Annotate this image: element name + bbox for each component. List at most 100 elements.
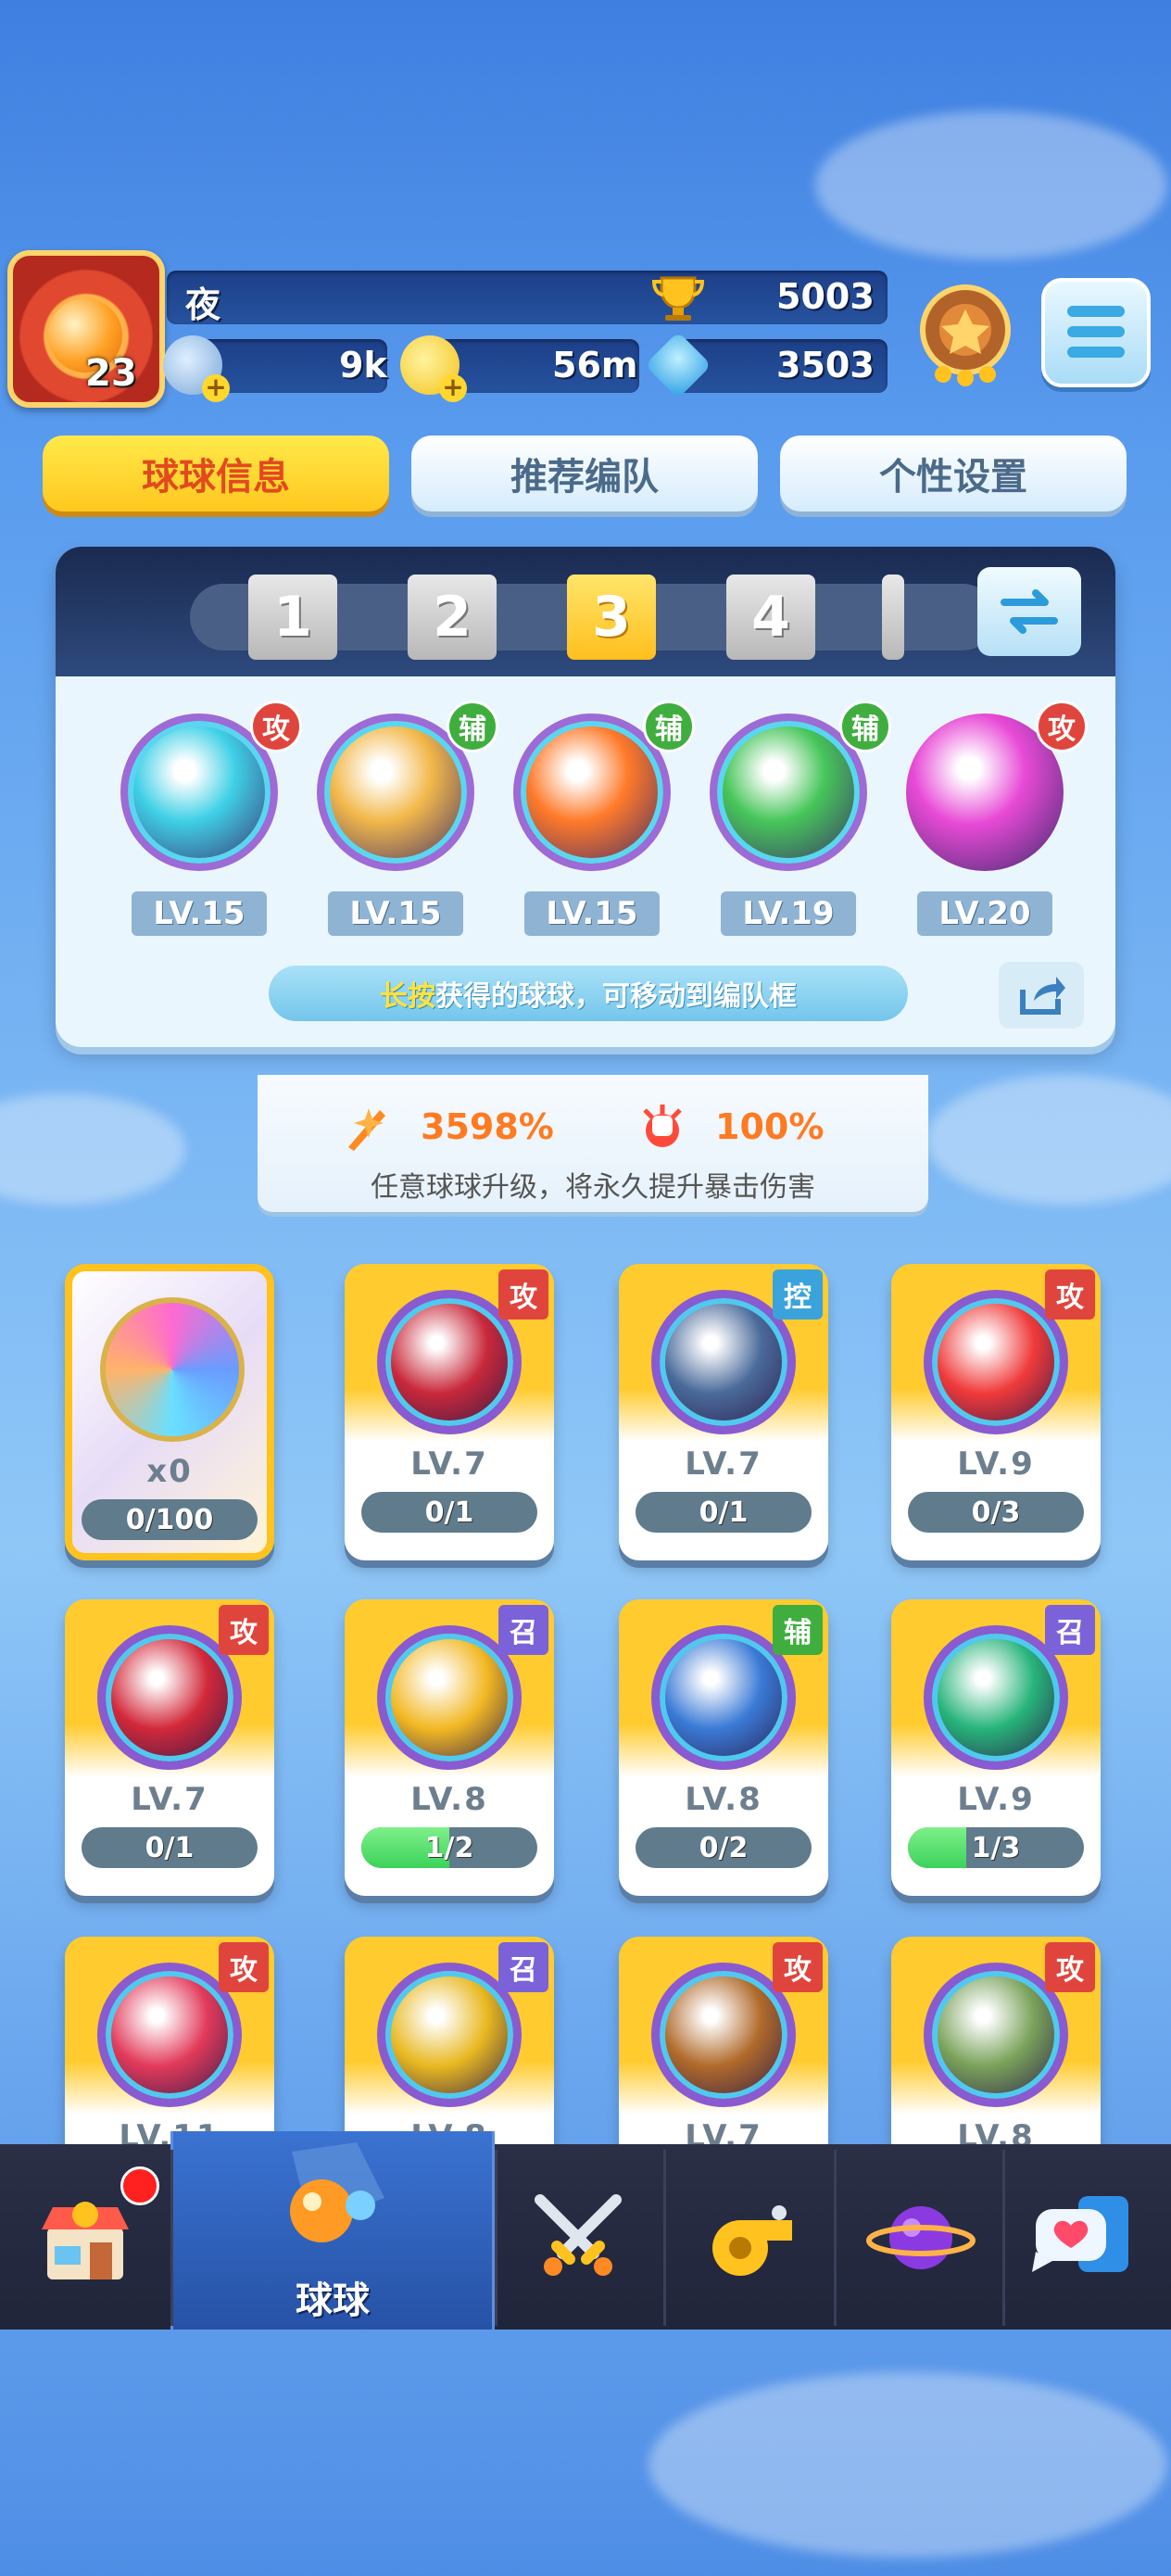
card-level: LV.9 bbox=[957, 1446, 1035, 1483]
card-level: LV.7 bbox=[685, 1446, 762, 1483]
ball-bag-icon[interactable] bbox=[255, 2124, 412, 2263]
type-badge: 控 bbox=[773, 1269, 823, 1320]
type-badge: 攻 bbox=[1045, 1942, 1095, 1992]
swirl-ball-icon bbox=[100, 1297, 245, 1442]
crossed-swords-icon[interactable] bbox=[518, 2187, 638, 2289]
tab-recommended-team[interactable]: 推荐编队 bbox=[411, 436, 758, 511]
swap-team-button[interactable] bbox=[977, 567, 1081, 656]
player-level: 23 bbox=[85, 352, 137, 395]
cloud bbox=[0, 1093, 185, 1205]
card-progress-text: 0/1 bbox=[424, 1496, 474, 1529]
chat-heart-icon[interactable] bbox=[1024, 2187, 1144, 2289]
crit-rate-value: 3598% bbox=[421, 1106, 554, 1147]
card-progress-text: 0/100 bbox=[125, 1503, 214, 1536]
card-progress-bar: 0/1 bbox=[361, 1492, 537, 1533]
team-slot-4[interactable]: 4 bbox=[726, 575, 815, 660]
team-ball-level: LV.15 bbox=[524, 891, 660, 936]
team-ball-level: LV.19 bbox=[721, 891, 856, 936]
type-badge: 攻 bbox=[250, 701, 302, 752]
crit-stats-panel: 3598% 100% 任意球球升级，将永久提升暴击伤害 bbox=[258, 1075, 928, 1212]
ball-card[interactable]: 召 LV.9 1/3 bbox=[891, 1599, 1101, 1896]
whistle-icon[interactable] bbox=[690, 2187, 811, 2289]
type-badge: 辅 bbox=[643, 701, 695, 752]
special-ball-card[interactable]: x0 0/100 bbox=[65, 1264, 274, 1560]
menu-icon bbox=[1067, 306, 1125, 317]
card-level: LV.8 bbox=[685, 1781, 762, 1818]
ball-card[interactable]: 攻 LV.7 0/1 bbox=[345, 1264, 554, 1560]
type-badge: 辅 bbox=[447, 701, 498, 752]
menu-button[interactable] bbox=[1041, 278, 1151, 387]
type-badge: 攻 bbox=[773, 1942, 823, 1992]
crit-rate-icon bbox=[343, 1103, 393, 1153]
ball-card[interactable]: 控 LV.7 0/1 bbox=[619, 1264, 828, 1560]
card-progress-bar: 1/3 bbox=[908, 1827, 1084, 1868]
team-slot-3[interactable]: 3 bbox=[567, 575, 656, 660]
shop-notification-badge bbox=[120, 2166, 159, 2205]
special-ball-count: x0 bbox=[146, 1453, 193, 1490]
card-progress-bar: 0/3 bbox=[908, 1492, 1084, 1533]
ball-card[interactable]: 攻 LV.9 0/3 bbox=[891, 1264, 1101, 1560]
cloud bbox=[648, 2372, 1167, 2557]
rank-medal-icon[interactable] bbox=[912, 278, 1019, 389]
type-badge: 攻 bbox=[219, 1942, 269, 1992]
coin-icon[interactable]: + bbox=[400, 335, 467, 402]
crit-damage-value: 100% bbox=[715, 1106, 825, 1147]
team-slot-1[interactable]: 1 bbox=[248, 575, 337, 660]
trophy-icon bbox=[651, 274, 705, 322]
type-badge: 攻 bbox=[498, 1269, 548, 1320]
nav-label-ball: 球球 bbox=[296, 2279, 370, 2322]
ball-card[interactable]: 攻 LV.7 0/1 bbox=[65, 1599, 274, 1896]
nav-divider bbox=[834, 2150, 837, 2326]
energy-icon[interactable]: + bbox=[163, 335, 230, 402]
card-level: LV.8 bbox=[410, 1781, 488, 1818]
type-badge: 召 bbox=[498, 1942, 548, 1992]
team-ball-level: LV.15 bbox=[328, 891, 463, 936]
type-badge: 攻 bbox=[1045, 1269, 1095, 1320]
card-progress-bar: 0/2 bbox=[636, 1827, 812, 1868]
coins-value: 56m bbox=[552, 345, 638, 385]
trophy-count: 5003 bbox=[776, 276, 875, 317]
player-name: 夜 bbox=[185, 284, 221, 325]
gems-value: 3503 bbox=[776, 345, 875, 385]
type-badge: 攻 bbox=[1036, 701, 1088, 752]
team-slot-header: 1 2 3 4 bbox=[56, 547, 1115, 676]
card-progress-bar: 0/1 bbox=[636, 1492, 812, 1533]
tab-personal-settings[interactable]: 个性设置 bbox=[780, 436, 1127, 511]
energy-value: 9k bbox=[339, 345, 387, 385]
type-badge: 辅 bbox=[773, 1605, 823, 1655]
tab-ball-info[interactable]: 球球信息 bbox=[43, 436, 389, 511]
team-panel: 1 2 3 4 攻 LV.15 辅 LV.15 辅 LV.15 辅 LV.19 攻 LV.20 长… bbox=[56, 547, 1115, 1047]
card-progress-bar: 1/2 bbox=[361, 1827, 537, 1868]
shop-icon[interactable] bbox=[25, 2187, 145, 2289]
card-level: LV.7 bbox=[131, 1781, 208, 1818]
long-press-tip: 长按 获得的球球，可移动到编队框 bbox=[269, 966, 908, 1021]
card-progress-text: 1/2 bbox=[424, 1831, 474, 1864]
card-progress-text: 0/3 bbox=[971, 1496, 1021, 1529]
cloud bbox=[815, 111, 1167, 259]
nav-divider bbox=[495, 2150, 497, 2326]
team-slot-2[interactable]: 2 bbox=[408, 575, 497, 660]
nav-divider bbox=[663, 2150, 666, 2326]
team-ball-level: LV.15 bbox=[132, 891, 267, 936]
type-badge: 攻 bbox=[219, 1605, 269, 1655]
crit-description: 任意球球升级，将永久提升暴击伤害 bbox=[371, 1171, 815, 1204]
tip-highlight: 长按 bbox=[380, 980, 435, 1013]
card-progress-bar: 0/100 bbox=[82, 1499, 258, 1540]
team-slot-5-partial[interactable] bbox=[882, 575, 904, 660]
type-badge: 召 bbox=[498, 1605, 548, 1655]
card-progress-text: 0/2 bbox=[699, 1831, 749, 1864]
card-level: LV.9 bbox=[957, 1781, 1035, 1818]
card-progress-text: 0/1 bbox=[699, 1496, 749, 1529]
share-icon bbox=[1020, 977, 1065, 1015]
nav-divider bbox=[1002, 2150, 1005, 2326]
swap-icon bbox=[1001, 589, 1058, 634]
planet-icon[interactable] bbox=[861, 2187, 981, 2289]
tip-text: 获得的球球，可移动到编队框 bbox=[435, 980, 797, 1013]
ball-card[interactable]: 辅 LV.8 0/2 bbox=[619, 1599, 828, 1896]
share-button[interactable] bbox=[999, 962, 1084, 1029]
ball-card[interactable]: 召 LV.8 1/2 bbox=[345, 1599, 554, 1896]
card-progress-text: 0/1 bbox=[145, 1831, 195, 1864]
crit-damage-icon bbox=[637, 1103, 687, 1153]
cloud bbox=[926, 1075, 1171, 1205]
team-ball-level: LV.20 bbox=[917, 891, 1052, 936]
